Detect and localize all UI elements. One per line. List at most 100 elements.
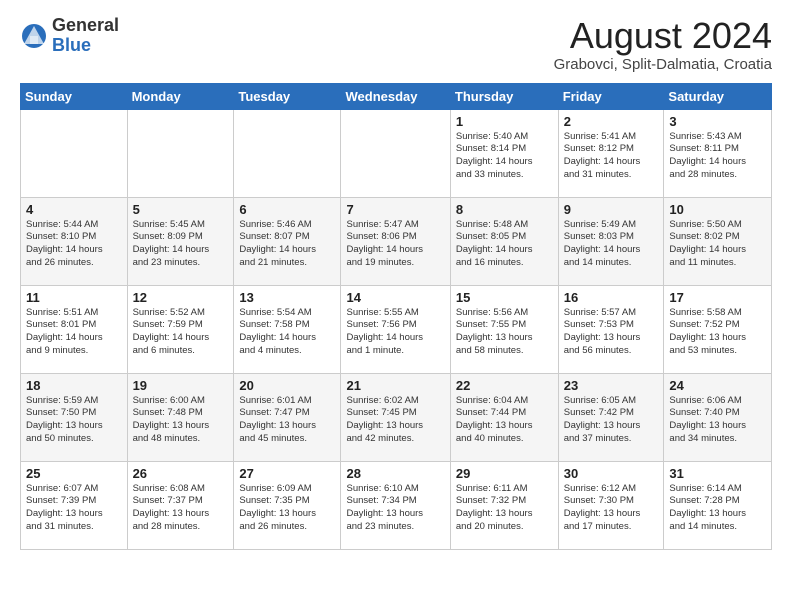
day-number: 17 xyxy=(669,290,766,305)
header-row: Sunday Monday Tuesday Wednesday Thursday… xyxy=(21,83,772,109)
day-info: Sunrise: 5:47 AM Sunset: 8:06 PM Dayligh… xyxy=(346,219,444,270)
page-header: General Blue August 2024 Grabovci, Split… xyxy=(20,16,772,73)
calendar-cell: 21Sunrise: 6:02 AM Sunset: 7:45 PM Dayli… xyxy=(341,373,450,461)
calendar-cell: 10Sunrise: 5:50 AM Sunset: 8:02 PM Dayli… xyxy=(664,197,772,285)
day-info: Sunrise: 6:12 AM Sunset: 7:30 PM Dayligh… xyxy=(564,483,659,534)
header-tuesday: Tuesday xyxy=(234,83,341,109)
day-info: Sunrise: 5:45 AM Sunset: 8:09 PM Dayligh… xyxy=(133,219,229,270)
calendar-cell: 1Sunrise: 5:40 AM Sunset: 8:14 PM Daylig… xyxy=(450,109,558,197)
calendar-cell xyxy=(21,109,128,197)
day-info: Sunrise: 6:07 AM Sunset: 7:39 PM Dayligh… xyxy=(26,483,122,534)
day-number: 12 xyxy=(133,290,229,305)
day-number: 9 xyxy=(564,202,659,217)
calendar-cell: 26 Sunrise: 6:08 AM Sunset: 7:37 PM Dayli… xyxy=(127,461,234,549)
day-info: Sunrise: 6:02 AM Sunset: 7:45 PM Dayligh… xyxy=(346,395,444,446)
calendar-cell: 27 Sunrise: 6:09 AM Sunset: 7:35 PM Dayli… xyxy=(234,461,341,549)
calendar-week-1: 4 Sunrise: 5:44 AM Sunset: 8:10 PM Daylig… xyxy=(21,197,772,285)
header-wednesday: Wednesday xyxy=(341,83,450,109)
calendar-cell: 6 Sunrise: 5:46 AM Sunset: 8:07 PM Daylig… xyxy=(234,197,341,285)
calendar-cell: 31 Sunrise: 6:14 AM Sunset: 7:28 PM Dayli… xyxy=(664,461,772,549)
header-thursday: Thursday xyxy=(450,83,558,109)
day-info: Sunrise: 5:59 AM Sunset: 7:50 PM Dayligh… xyxy=(26,395,122,446)
day-number: 27 xyxy=(239,466,335,481)
calendar-body: 1Sunrise: 5:40 AM Sunset: 8:14 PM Daylig… xyxy=(21,109,772,549)
day-info: Sunrise: 6:10 AM Sunset: 7:34 PM Dayligh… xyxy=(346,483,444,534)
day-info: Sunrise: 6:06 AM Sunset: 7:40 PM Dayligh… xyxy=(669,395,766,446)
day-info: Sunrise: 5:46 AM Sunset: 8:07 PM Dayligh… xyxy=(239,219,335,270)
day-info: Sunrise: 5:54 AM Sunset: 7:58 PM Dayligh… xyxy=(239,307,335,358)
day-number: 31 xyxy=(669,466,766,481)
calendar-cell: 22 Sunrise: 6:04 AM Sunset: 7:44 PM Dayli… xyxy=(450,373,558,461)
day-info: Sunrise: 6:09 AM Sunset: 7:35 PM Dayligh… xyxy=(239,483,335,534)
month-title: August 2024 xyxy=(554,16,772,56)
logo: General Blue xyxy=(20,16,119,56)
day-info: Sunrise: 6:00 AM Sunset: 7:48 PM Dayligh… xyxy=(133,395,229,446)
day-number: 11 xyxy=(26,290,122,305)
day-info: Sunrise: 6:14 AM Sunset: 7:28 PM Dayligh… xyxy=(669,483,766,534)
calendar-cell: 3 Sunrise: 5:43 AM Sunset: 8:11 PM Daylig… xyxy=(664,109,772,197)
calendar-cell xyxy=(341,109,450,197)
day-number: 28 xyxy=(346,466,444,481)
day-number: 18 xyxy=(26,378,122,393)
title-section: August 2024 Grabovci, Split-Dalmatia, Cr… xyxy=(554,16,772,73)
calendar-cell: 25Sunrise: 6:07 AM Sunset: 7:39 PM Dayli… xyxy=(21,461,128,549)
day-number: 4 xyxy=(26,202,122,217)
calendar-cell: 15 Sunrise: 5:56 AM Sunset: 7:55 PM Dayli… xyxy=(450,285,558,373)
day-number: 13 xyxy=(239,290,335,305)
calendar-cell: 14 Sunrise: 5:55 AM Sunset: 7:56 PM Dayli… xyxy=(341,285,450,373)
day-number: 20 xyxy=(239,378,335,393)
calendar-cell xyxy=(234,109,341,197)
day-info: Sunrise: 5:44 AM Sunset: 8:10 PM Dayligh… xyxy=(26,219,122,270)
calendar-cell: 8 Sunrise: 5:48 AM Sunset: 8:05 PM Daylig… xyxy=(450,197,558,285)
day-info: Sunrise: 5:57 AM Sunset: 7:53 PM Dayligh… xyxy=(564,307,659,358)
day-info: Sunrise: 5:58 AM Sunset: 7:52 PM Dayligh… xyxy=(669,307,766,358)
day-info: Sunrise: 5:41 AM Sunset: 8:12 PM Dayligh… xyxy=(564,131,659,182)
calendar-cell: 5 Sunrise: 5:45 AM Sunset: 8:09 PM Daylig… xyxy=(127,197,234,285)
day-number: 10 xyxy=(669,202,766,217)
header-saturday: Saturday xyxy=(664,83,772,109)
calendar-header: Sunday Monday Tuesday Wednesday Thursday… xyxy=(21,83,772,109)
calendar-table: Sunday Monday Tuesday Wednesday Thursday… xyxy=(20,83,772,550)
day-info: Sunrise: 5:55 AM Sunset: 7:56 PM Dayligh… xyxy=(346,307,444,358)
logo-icon xyxy=(20,22,48,50)
day-number: 8 xyxy=(456,202,553,217)
calendar-cell: 28 Sunrise: 6:10 AM Sunset: 7:34 PM Dayli… xyxy=(341,461,450,549)
calendar-week-0: 1Sunrise: 5:40 AM Sunset: 8:14 PM Daylig… xyxy=(21,109,772,197)
day-number: 26 xyxy=(133,466,229,481)
day-info: Sunrise: 5:52 AM Sunset: 7:59 PM Dayligh… xyxy=(133,307,229,358)
day-number: 6 xyxy=(239,202,335,217)
day-number: 3 xyxy=(669,114,766,129)
day-number: 7 xyxy=(346,202,444,217)
day-number: 15 xyxy=(456,290,553,305)
day-number: 5 xyxy=(133,202,229,217)
day-number: 22 xyxy=(456,378,553,393)
day-number: 16 xyxy=(564,290,659,305)
day-number: 14 xyxy=(346,290,444,305)
calendar-week-4: 25Sunrise: 6:07 AM Sunset: 7:39 PM Dayli… xyxy=(21,461,772,549)
day-number: 23 xyxy=(564,378,659,393)
day-info: Sunrise: 6:08 AM Sunset: 7:37 PM Dayligh… xyxy=(133,483,229,534)
calendar-cell: 30Sunrise: 6:12 AM Sunset: 7:30 PM Dayli… xyxy=(558,461,664,549)
day-info: Sunrise: 5:56 AM Sunset: 7:55 PM Dayligh… xyxy=(456,307,553,358)
day-info: Sunrise: 6:11 AM Sunset: 7:32 PM Dayligh… xyxy=(456,483,553,534)
day-info: Sunrise: 5:51 AM Sunset: 8:01 PM Dayligh… xyxy=(26,307,122,358)
calendar-cell: 9 Sunrise: 5:49 AM Sunset: 8:03 PM Daylig… xyxy=(558,197,664,285)
calendar-cell: 4 Sunrise: 5:44 AM Sunset: 8:10 PM Daylig… xyxy=(21,197,128,285)
logo-blue: Blue xyxy=(52,36,119,56)
calendar-cell: 20 Sunrise: 6:01 AM Sunset: 7:47 PM Dayli… xyxy=(234,373,341,461)
day-info: Sunrise: 5:49 AM Sunset: 8:03 PM Dayligh… xyxy=(564,219,659,270)
calendar-cell: 13 Sunrise: 5:54 AM Sunset: 7:58 PM Dayli… xyxy=(234,285,341,373)
day-info: Sunrise: 6:05 AM Sunset: 7:42 PM Dayligh… xyxy=(564,395,659,446)
day-info: Sunrise: 6:04 AM Sunset: 7:44 PM Dayligh… xyxy=(456,395,553,446)
header-friday: Friday xyxy=(558,83,664,109)
day-number: 29 xyxy=(456,466,553,481)
calendar-cell: 7 Sunrise: 5:47 AM Sunset: 8:06 PM Daylig… xyxy=(341,197,450,285)
calendar-cell: 24Sunrise: 6:06 AM Sunset: 7:40 PM Dayli… xyxy=(664,373,772,461)
day-info: Sunrise: 6:01 AM Sunset: 7:47 PM Dayligh… xyxy=(239,395,335,446)
day-info: Sunrise: 5:48 AM Sunset: 8:05 PM Dayligh… xyxy=(456,219,553,270)
day-info: Sunrise: 5:43 AM Sunset: 8:11 PM Dayligh… xyxy=(669,131,766,182)
calendar-cell: 2Sunrise: 5:41 AM Sunset: 8:12 PM Daylig… xyxy=(558,109,664,197)
calendar-cell xyxy=(127,109,234,197)
calendar-cell: 16 Sunrise: 5:57 AM Sunset: 7:53 PM Dayli… xyxy=(558,285,664,373)
calendar-cell: 19Sunrise: 6:00 AM Sunset: 7:48 PM Dayli… xyxy=(127,373,234,461)
